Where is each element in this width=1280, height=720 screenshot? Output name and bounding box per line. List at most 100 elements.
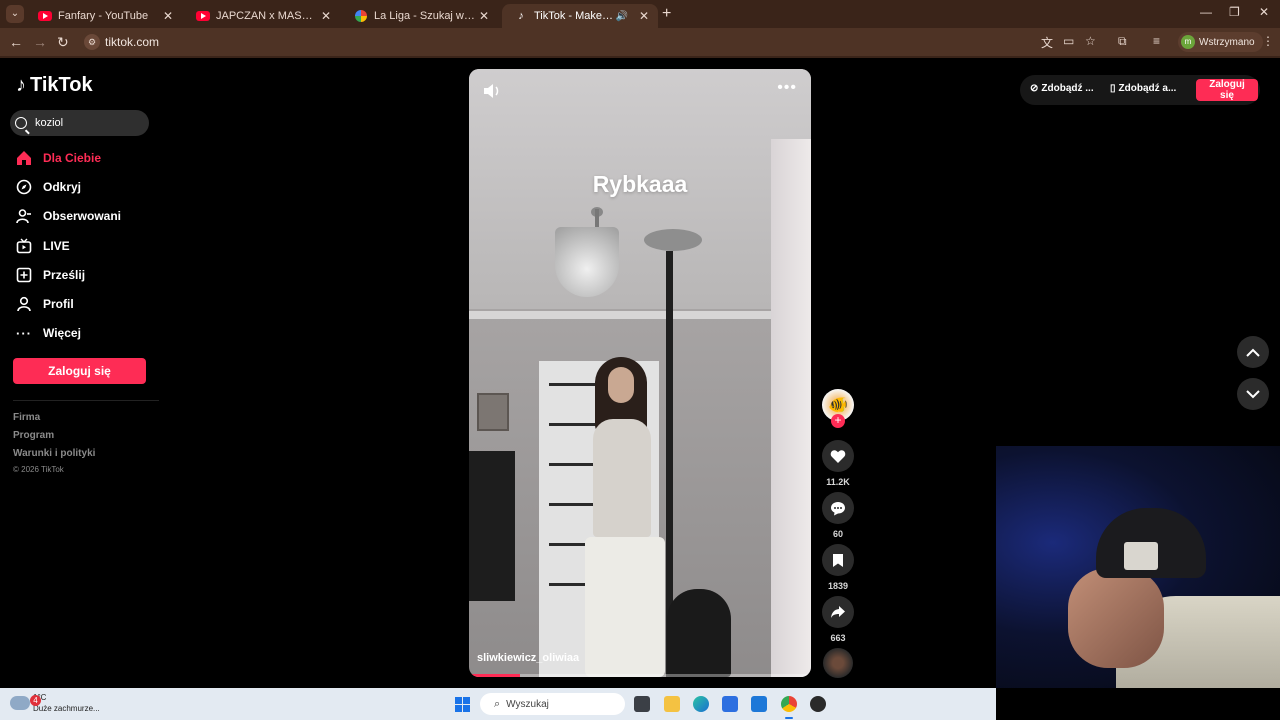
nav-for-you[interactable]: Dla Ciebie [16,147,101,169]
nav-more[interactable]: ··· Więcej [16,322,81,344]
weather-desc: Duże zachmurze... [33,704,100,713]
nav-live[interactable]: LIVE [16,235,70,257]
coin-icon: ⊘ [1030,83,1039,94]
tab-search-button[interactable]: ⌄ [6,5,24,23]
tiktok-icon: ♪ [518,10,524,22]
next-video-button[interactable] [1237,378,1269,410]
file-explorer-icon[interactable] [664,696,680,712]
site-info-icon[interactable]: ⚙ [84,34,100,50]
share-count: 663 [830,633,846,643]
tab-fanfary[interactable]: Fanfary - YouTube ✕ [26,4,182,28]
chevron-up-icon [1246,348,1260,357]
video-scene [593,419,651,537]
back-icon[interactable]: ← [9,34,23,50]
video-progress-bar[interactable] [469,674,811,677]
youtube-icon [196,9,210,23]
search-input[interactable] [33,116,147,130]
minimize-icon[interactable]: — [1200,5,1212,19]
taskbar-search[interactable]: ⌕ Wyszukaj [480,693,625,715]
toolbar-divider [0,56,1280,58]
footer-link-terms[interactable]: Warunki i polityki [13,448,95,459]
upload-icon [16,267,32,283]
tiktok-logo[interactable]: ♪ TikTok [16,74,93,97]
tab-laliga[interactable]: La Liga - Szukaj w Google ✕ [342,4,498,28]
edge-icon[interactable] [693,696,709,712]
weather-temp: 1°C [33,692,100,703]
nav-following[interactable]: Obserwowani [16,205,121,227]
footer-link-company[interactable]: Firma [13,412,40,423]
phone-icon: ▯ [1110,83,1116,94]
cast-icon[interactable]: ▭ [1063,34,1074,48]
get-app-label: Zdobądź a... [1118,83,1177,94]
tab-tiktok[interactable]: ♪ TikTok - Make Your Day 🔊 ✕ [502,4,658,28]
footer-link-program[interactable]: Program [13,430,54,441]
video-scene [771,139,811,677]
bookmark-button[interactable] [822,544,854,576]
close-tab-icon[interactable]: ✕ [160,9,176,23]
nav-explore[interactable]: Odkryj [16,176,81,198]
search-icon[interactable] [15,117,27,129]
volume-icon[interactable] [483,83,501,99]
cloud-icon [10,696,30,710]
login-button[interactable]: Zaloguj się [13,358,146,384]
browser-menu-icon[interactable]: ⋮ [1262,34,1274,48]
new-tab-button[interactable]: + [662,5,671,23]
video-progress-fill [469,674,521,677]
login-button-top[interactable]: Zaloguj się [1196,79,1258,101]
chrome-icon[interactable] [781,696,797,712]
store-icon[interactable] [722,696,738,712]
video-scene [644,229,702,251]
chevron-down-icon [1246,389,1260,398]
taskbar: 4 1°C Duże zachmurze... ⌕ Wyszukaj [0,688,996,720]
music-disc[interactable] [823,648,853,678]
nav-upload[interactable]: Prześlij [16,264,85,286]
reload-icon[interactable]: ↻ [57,34,69,51]
outlook-icon[interactable] [751,696,767,712]
logo-text: TikTok [30,74,93,96]
video-player[interactable]: ••• Rybkaaa sliwkiewicz_oliwiaa [469,69,811,677]
video-author[interactable]: sliwkiewicz_oliwiaa [477,652,579,664]
task-view-icon[interactable] [634,696,650,712]
bookmark-star-icon[interactable]: ☆ [1085,34,1096,48]
app-icon[interactable] [810,696,826,712]
get-coins-link[interactable]: ⊘ Zdobądź ... [1030,83,1094,94]
weather-badge: 4 [30,695,41,706]
tab-title: La Liga - Szukaj w Google [374,10,476,22]
search-box[interactable] [10,110,149,136]
sidebar-divider [13,400,159,401]
profile-button[interactable]: m Wstrzymano [1178,32,1263,52]
nav-profile[interactable]: Profil [16,293,74,315]
tab-media-icon[interactable]: ≡ [1153,34,1160,48]
weather-widget[interactable]: 4 1°C Duże zachmurze... [10,692,100,714]
restore-icon[interactable]: ❐ [1229,5,1240,19]
close-tab-icon[interactable]: ✕ [318,9,334,23]
close-tab-icon[interactable]: ✕ [476,9,492,23]
previous-video-button[interactable] [1237,336,1269,368]
bookmark-count: 1839 [827,581,849,591]
google-icon [354,9,368,23]
follow-button[interactable]: + [831,414,845,428]
translate-icon[interactable]: 文 [1041,34,1053,51]
nav-label: Obserwowani [43,209,122,223]
more-options-icon[interactable]: ••• [777,79,797,97]
get-app-link[interactable]: ▯ Zdobądź a... [1110,83,1176,94]
close-window-icon[interactable]: ✕ [1259,5,1269,19]
video-scene [555,227,619,297]
like-button[interactable] [822,440,854,472]
audio-playing-icon[interactable]: 🔊 [616,11,628,22]
taskbar-search-placeholder: Wyszukaj [506,698,549,710]
windows-start-icon[interactable] [455,697,470,712]
extensions-icon[interactable]: ⧉ [1118,34,1127,49]
home-icon [16,150,32,166]
address-bar[interactable]: ⚙ tiktok.com [80,31,1080,53]
share-button[interactable] [822,596,854,628]
profile-status: Wstrzymano [1199,36,1255,48]
comment-button[interactable] [822,492,854,524]
forward-icon[interactable]: → [33,34,47,50]
tab-japczan[interactable]: JAPCZAN x MASNY BEN - SHA ✕ [184,4,340,28]
heart-icon [830,449,846,463]
close-tab-icon[interactable]: ✕ [636,9,652,23]
nav-label: Więcej [43,326,81,340]
like-count: 11.2K [826,477,850,487]
webcam-scene [1124,542,1158,570]
